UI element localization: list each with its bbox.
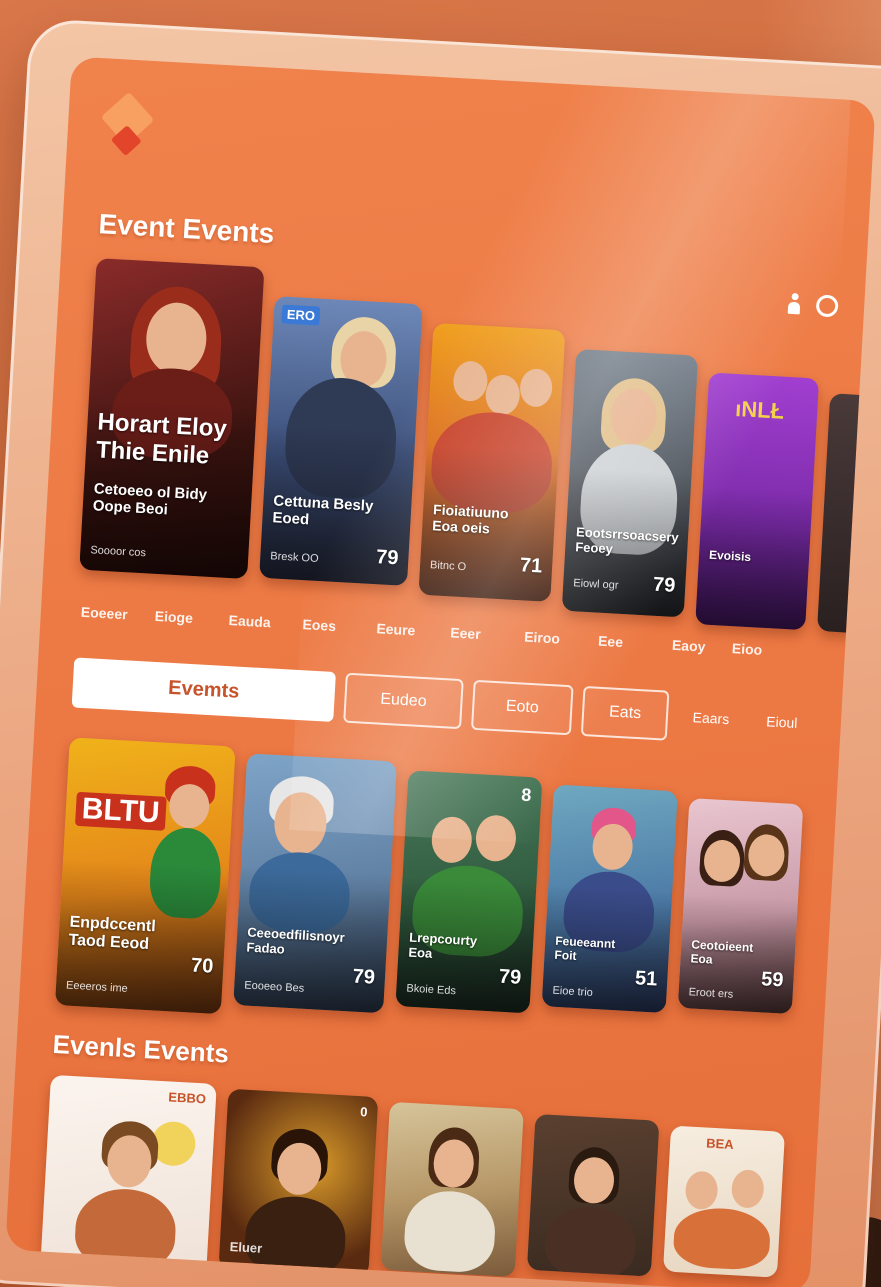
- event-card[interactable]: BLTU Enpdccentl Taod Eeod Eeeeros ime 70: [54, 737, 236, 1015]
- featured-row: Horart Eloy Thie Enile Cetoeeo ol Bidy O…: [78, 258, 875, 634]
- category-item[interactable]: Eauda: [228, 612, 303, 632]
- event-card[interactable]: Ceotoieent Eoa Eroot ers 59: [677, 798, 804, 1015]
- featured-card[interactable]: Fioiatiuuno Eoa oeis Bitnc O 71: [418, 323, 566, 602]
- featured-card[interactable]: Eootsrrsoacsery Feoey Eiowl ogr 79: [561, 349, 699, 618]
- category-item[interactable]: Eioo: [731, 640, 772, 658]
- tablet-frame: Event Events Horart Eloy Thie Enile Ceto…: [0, 18, 881, 1287]
- events-row: BLTU Enpdccentl Taod Eeod Eeeeros ime 70…: [54, 737, 805, 1046]
- featured-card[interactable]: ERO Cettuna Besly Eoed Bresk OO 79: [259, 296, 423, 586]
- tab-eoto[interactable]: Eoto: [470, 679, 574, 736]
- event-card[interactable]: Feueeannt Foit Eioe trio 51: [541, 784, 678, 1014]
- featured-card[interactable]: Horart Eloy Thie Enile Cetoeeo ol Bidy O…: [79, 258, 265, 579]
- category-item[interactable]: Eoes: [302, 616, 377, 636]
- bottom-card[interactable]: EBBO: [40, 1074, 217, 1274]
- featured-section-title: Event Events: [97, 208, 276, 249]
- category-item[interactable]: Eaoy: [672, 637, 733, 656]
- tab-events[interactable]: Evemts: [71, 657, 336, 723]
- tab-eaars[interactable]: Eaars: [677, 691, 746, 745]
- category-item[interactable]: Eiroo: [524, 629, 599, 649]
- app-logo[interactable]: [96, 91, 157, 159]
- category-item[interactable]: Eeer: [450, 624, 525, 644]
- event-card[interactable]: Ceeoedfilisnoyr Fadao Eooeeo Bes 79: [233, 753, 398, 1014]
- bottom-card[interactable]: 0 Eluer: [218, 1088, 379, 1277]
- featured-card[interactable]: ıNLŁ Evoisis: [695, 372, 820, 631]
- category-item[interactable]: Eioge: [154, 608, 229, 628]
- category-item[interactable]: Eee: [598, 633, 673, 653]
- tab-eioul[interactable]: Eioul: [753, 696, 812, 749]
- event-card[interactable]: 8 Lrepcourty Eoa Bkoie Eds 79: [395, 770, 543, 1014]
- bottom-section-title: Evenls Events: [51, 1028, 230, 1069]
- bottom-card[interactable]: [526, 1113, 660, 1277]
- tab-eats[interactable]: Eats: [580, 685, 670, 741]
- tab-eudeo[interactable]: Eudeo: [343, 672, 464, 730]
- featured-card-partial[interactable]: [817, 393, 871, 634]
- bottom-card[interactable]: [380, 1101, 524, 1278]
- bottom-card[interactable]: BEA: [663, 1125, 785, 1278]
- filter-tabs: Evemts Eudeo Eoto Eats Eaars Eioul: [71, 657, 812, 749]
- bottom-row: EBBO 0 Eluer BEA: [40, 1074, 785, 1287]
- category-item[interactable]: Eoeeer: [80, 604, 155, 624]
- tablet-screen: Event Events Horart Eloy Thie Enile Ceto…: [5, 56, 876, 1287]
- category-item[interactable]: Eeure: [376, 620, 451, 640]
